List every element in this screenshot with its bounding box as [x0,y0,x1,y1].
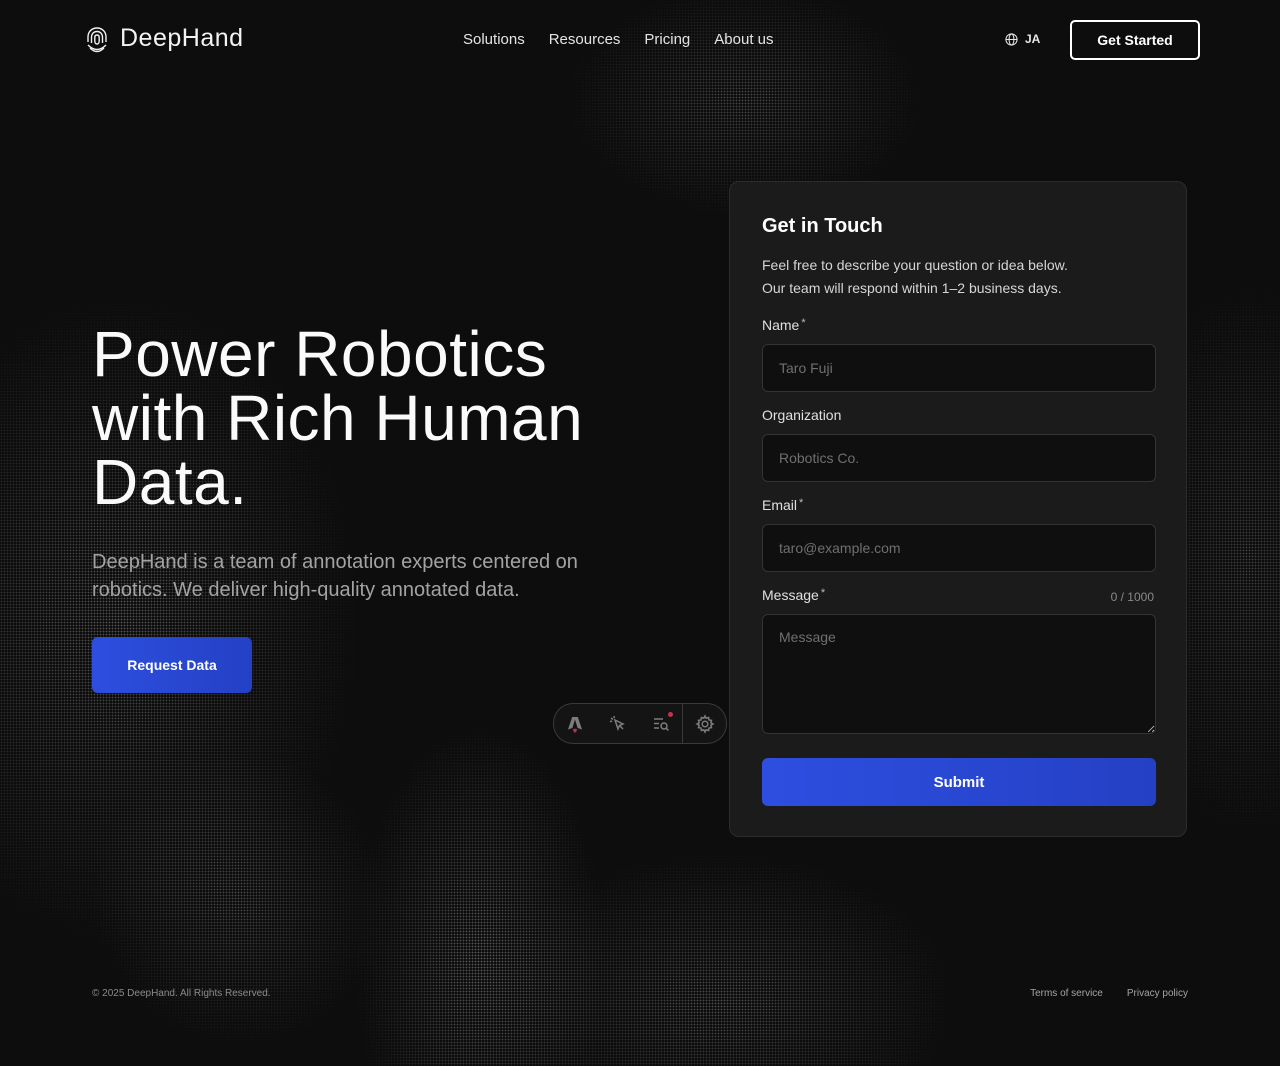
astro-button[interactable] [554,704,597,743]
required-marker: * [799,497,804,509]
nav-item-solutions[interactable]: Solutions [463,31,525,48]
hero-title-line: with Rich Human [92,382,584,454]
nav-item-about-us[interactable]: About us [714,31,773,48]
terms-of-service-link[interactable]: Terms of service [1030,988,1103,999]
request-data-button[interactable]: Request Data [92,637,252,693]
required-marker: * [801,317,806,329]
message-char-counter: 0 / 1000 [1110,590,1154,604]
language-switcher[interactable]: JA [1005,32,1040,46]
form-description-line: Feel free to describe your question or i… [762,257,1068,273]
main-nav: Solutions Resources Pricing About us [463,31,774,48]
brand-logo[interactable]: DeepHand [86,24,244,53]
email-label: Email * [762,497,804,513]
get-started-button[interactable]: Get Started [1070,20,1200,60]
cursor-inspect-icon [610,715,625,731]
form-description-line: Our team will respond within 1–2 busines… [762,280,1062,296]
required-marker: * [820,587,826,599]
astro-icon [568,716,583,733]
brand-name: DeepHand [120,24,244,52]
footer-links: Terms of service Privacy policy [1030,988,1188,999]
inspect-button[interactable] [597,704,640,743]
footer-copyright: © 2025 DeepHand. All Rights Reserved. [92,988,271,999]
organization-field[interactable] [762,434,1156,482]
hero-title-line: Data. [92,446,248,518]
message-label: Message * [762,587,826,603]
name-field[interactable] [762,344,1156,392]
hero-title: Power Robotics with Rich Human Data. [92,322,672,514]
hero-title-line: Power Robotics [92,318,548,390]
email-field[interactable] [762,524,1156,572]
submit-button[interactable]: Submit [762,758,1156,806]
language-label: JA [1025,32,1041,46]
nav-item-resources[interactable]: Resources [549,31,621,48]
organization-label: Organization [762,407,842,423]
settings-button[interactable] [683,704,726,743]
nav-item-pricing[interactable]: Pricing [644,31,690,48]
audit-button[interactable] [640,704,683,743]
notification-dot [668,712,674,717]
dev-toolbar [553,703,727,744]
fingerprint-icon [87,26,107,52]
privacy-policy-link[interactable]: Privacy policy [1127,988,1188,999]
message-field[interactable] [762,614,1156,734]
globe-icon [1005,32,1018,46]
form-description: Feel free to describe your question or i… [762,254,1162,300]
hero-subtitle: DeepHand is a team of annotation experts… [92,551,578,601]
settings-gear-icon [695,713,715,734]
audit-list-icon [653,717,669,731]
name-label: Name * [762,317,806,333]
form-title: Get in Touch [762,215,883,237]
contact-form-card: Get in Touch Feel free to describe your … [729,181,1187,837]
